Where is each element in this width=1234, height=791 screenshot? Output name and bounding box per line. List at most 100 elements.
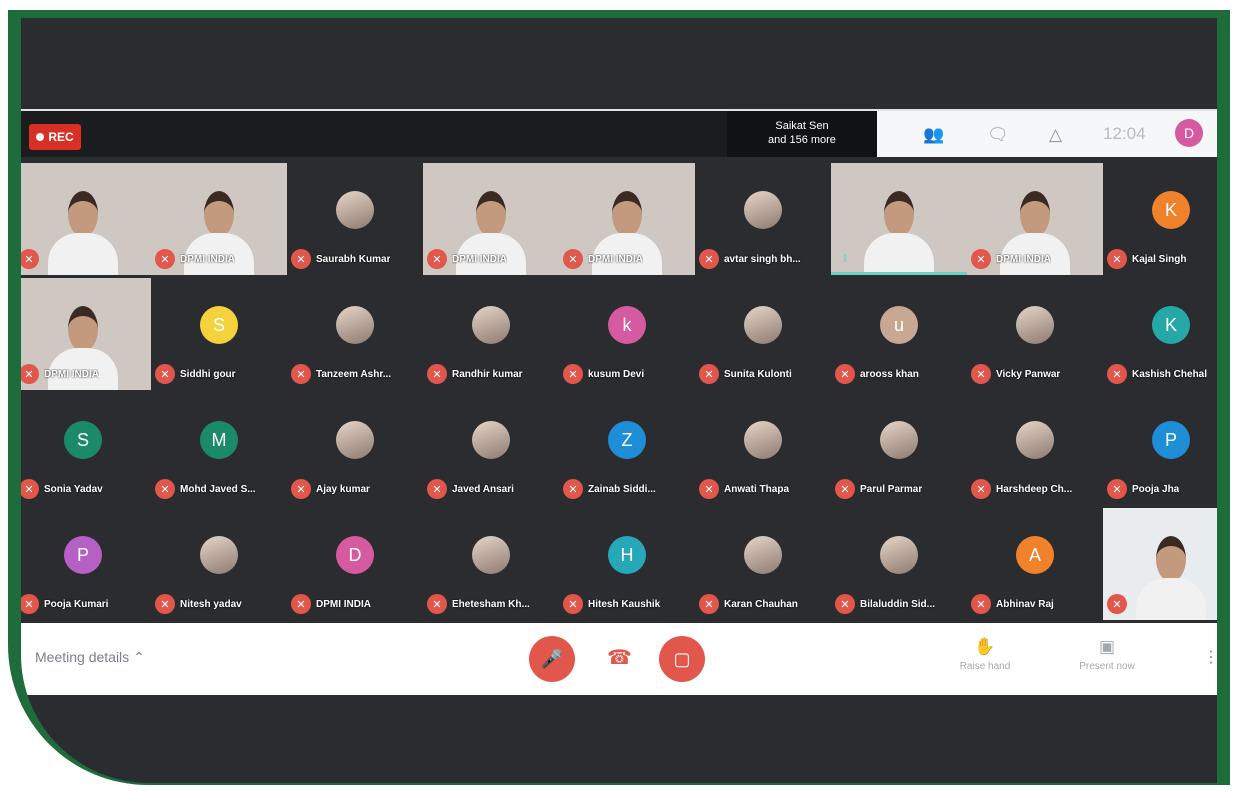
participant-tile[interactable]: ✕ Tanzeem Ashr... [287, 278, 423, 390]
participant-tile[interactable]: ✕ Saurabh Kumar [287, 163, 423, 275]
participant-name: Ehetesham Kh... [452, 598, 530, 610]
mic-muted-icon: ✕ [971, 594, 991, 614]
mic-muted-icon: ✕ [427, 364, 447, 384]
participant-tile[interactable]: ✕ Bilaluddin Sid... [831, 508, 967, 620]
leave-call-button[interactable]: ☎ [607, 645, 632, 670]
participant-avatar: P [1152, 421, 1190, 459]
mic-muted-icon: ✕ [291, 364, 311, 384]
mic-muted-icon: ✕ [699, 364, 719, 384]
participant-label: ✕ [1107, 594, 1217, 614]
participant-name: Sonia Yadav [44, 483, 103, 495]
mic-muted-icon: ✕ [21, 249, 39, 269]
self-view-tile[interactable]: ✕ [1103, 508, 1217, 620]
participant-tile[interactable]: ✕ Ajay kumar [287, 393, 423, 505]
mic-muted-icon: ✕ [155, 594, 175, 614]
participant-label: ✕ DPMI INDIA [291, 594, 421, 614]
participant-name: DPMI INDIA [180, 253, 235, 265]
present-now-button[interactable]: ▣ Present now [1067, 637, 1147, 672]
participant-tile[interactable]: ✕ avtar singh bh... [695, 163, 831, 275]
video-head [612, 191, 642, 237]
participant-avatar [200, 536, 238, 574]
participant-tile[interactable]: ✕ Harshdeep Ch... [967, 393, 1103, 505]
participant-tile[interactable]: K ✕ Kashish Chehal [1103, 278, 1217, 390]
participant-name: Randhir kumar [452, 368, 523, 380]
participant-label: ✕ Karan Chauhan [699, 594, 829, 614]
participant-tile[interactable]: ✕ DPMI INDIA [151, 163, 287, 275]
mic-muted-icon: ‖ [842, 253, 848, 265]
mic-muted-icon: ✕ [563, 594, 583, 614]
more-options-icon[interactable]: ⋮ [1203, 647, 1217, 667]
participant-tile[interactable]: ✕ DPMI INDIA [559, 163, 695, 275]
shapes-icon[interactable]: △ [1049, 125, 1062, 145]
participant-tile[interactable]: A ✕ Abhinav Raj [967, 508, 1103, 620]
participant-name: avtar singh bh... [724, 253, 801, 265]
mic-muted-icon: ✕ [835, 364, 855, 384]
participant-name: Ajay kumar [316, 483, 370, 495]
video-head [204, 191, 234, 237]
participant-label: ✕ Ehetesham Kh... [427, 594, 557, 614]
participant-tile[interactable]: ✕ Javed Ansari [423, 393, 559, 505]
participant-name: Javed Ansari [452, 483, 514, 495]
participant-tile[interactable]: ✕ Vicky Panwar [967, 278, 1103, 390]
participant-avatar [744, 306, 782, 344]
participant-tile[interactable]: k ✕ kusum Devi [559, 278, 695, 390]
meeting-clock: 12:04 [1103, 124, 1146, 143]
participant-tile[interactable]: K ✕ Kajal Singh [1103, 163, 1217, 275]
participant-name: Hitesh Kaushik [588, 598, 661, 610]
participant-tile[interactable]: ‖ [831, 163, 967, 275]
participant-label: ✕ DPMI INDIA [21, 364, 149, 384]
participant-name: Siddhi gour [180, 368, 236, 380]
participant-tile[interactable]: u ✕ arooss khan [831, 278, 967, 390]
meeting-details-button[interactable]: Meeting details ⌃ [35, 649, 145, 666]
top-bar [21, 111, 727, 157]
self-avatar[interactable]: D [1175, 119, 1203, 147]
participant-tile[interactable]: P ✕ Pooja Kumari [21, 508, 151, 620]
people-icon[interactable]: 👥 [923, 125, 944, 145]
raise-hand-button[interactable]: ✋ Raise hand [945, 637, 1025, 672]
participant-name: Bilaluddin Sid... [860, 598, 935, 610]
participant-avatar [744, 536, 782, 574]
participant-tile[interactable]: P ✕ Pooja Jha [1103, 393, 1217, 505]
participant-avatar: K [1152, 191, 1190, 229]
participant-tile[interactable]: S ✕ Siddhi gour [151, 278, 287, 390]
participant-tile[interactable]: ✕ DPMI INDIA [967, 163, 1103, 275]
participant-name: DPMI INDIA [316, 598, 371, 610]
participant-tile[interactable]: S ✕ Sonia Yadav [21, 393, 151, 505]
participant-tile[interactable]: D ✕ DPMI INDIA [287, 508, 423, 620]
video-head [68, 306, 98, 352]
participant-label: ✕ Tanzeem Ashr... [291, 364, 421, 384]
participant-name: Saurabh Kumar [316, 253, 391, 265]
participant-tile[interactable]: Z ✕ Zainab Siddi... [559, 393, 695, 505]
participant-label: ✕ Hitesh Kaushik [563, 594, 693, 614]
participant-label: ✕ Ajay kumar [291, 479, 421, 499]
participant-tile[interactable]: ✕ Anwati Thapa [695, 393, 831, 505]
mic-toggle-button[interactable]: 🎤 [529, 636, 575, 682]
participant-tile[interactable]: ✕ Randhir kumar [423, 278, 559, 390]
present-icon: ▣ [1098, 637, 1116, 656]
participant-avatar: u [880, 306, 918, 344]
participant-tile[interactable]: M ✕ Mohd Javed S... [151, 393, 287, 505]
participant-tile[interactable]: H ✕ Hitesh Kaushik [559, 508, 695, 620]
participant-name: Kashish Chehal [1132, 368, 1208, 380]
participant-label: ✕ Parul Parmar [835, 479, 965, 499]
participant-name: Sunita Kulonti [724, 368, 792, 380]
participant-avatar: A [1016, 536, 1054, 574]
participant-label: ✕ avtar singh bh... [699, 249, 829, 269]
participant-avatar [472, 421, 510, 459]
participant-tile[interactable]: ✕ Sunita Kulonti [695, 278, 831, 390]
video-head [884, 191, 914, 237]
participant-tile[interactable]: ✕ Ehetesham Kh... [423, 508, 559, 620]
participant-tile[interactable]: ✕ Parul Parmar [831, 393, 967, 505]
participant-name: Kajal Singh [1132, 253, 1187, 265]
participant-tile[interactable]: ✕ [21, 163, 151, 275]
participant-name: Anwati Thapa [724, 483, 790, 495]
participant-tile[interactable]: ✕ DPMI INDIA [21, 278, 151, 390]
camera-toggle-button[interactable]: ▢ [659, 636, 705, 682]
chat-icon[interactable]: 🗨 [987, 125, 1009, 145]
participant-tile[interactable]: ✕ Karan Chauhan [695, 508, 831, 620]
participant-label: ✕ Kajal Singh [1107, 249, 1217, 269]
participant-label: ✕ Mohd Javed S... [155, 479, 285, 499]
participant-tile[interactable]: ✕ DPMI INDIA [423, 163, 559, 275]
participant-name: Abhinav Raj [996, 598, 1054, 610]
participant-tile[interactable]: ✕ Nitesh yadav [151, 508, 287, 620]
